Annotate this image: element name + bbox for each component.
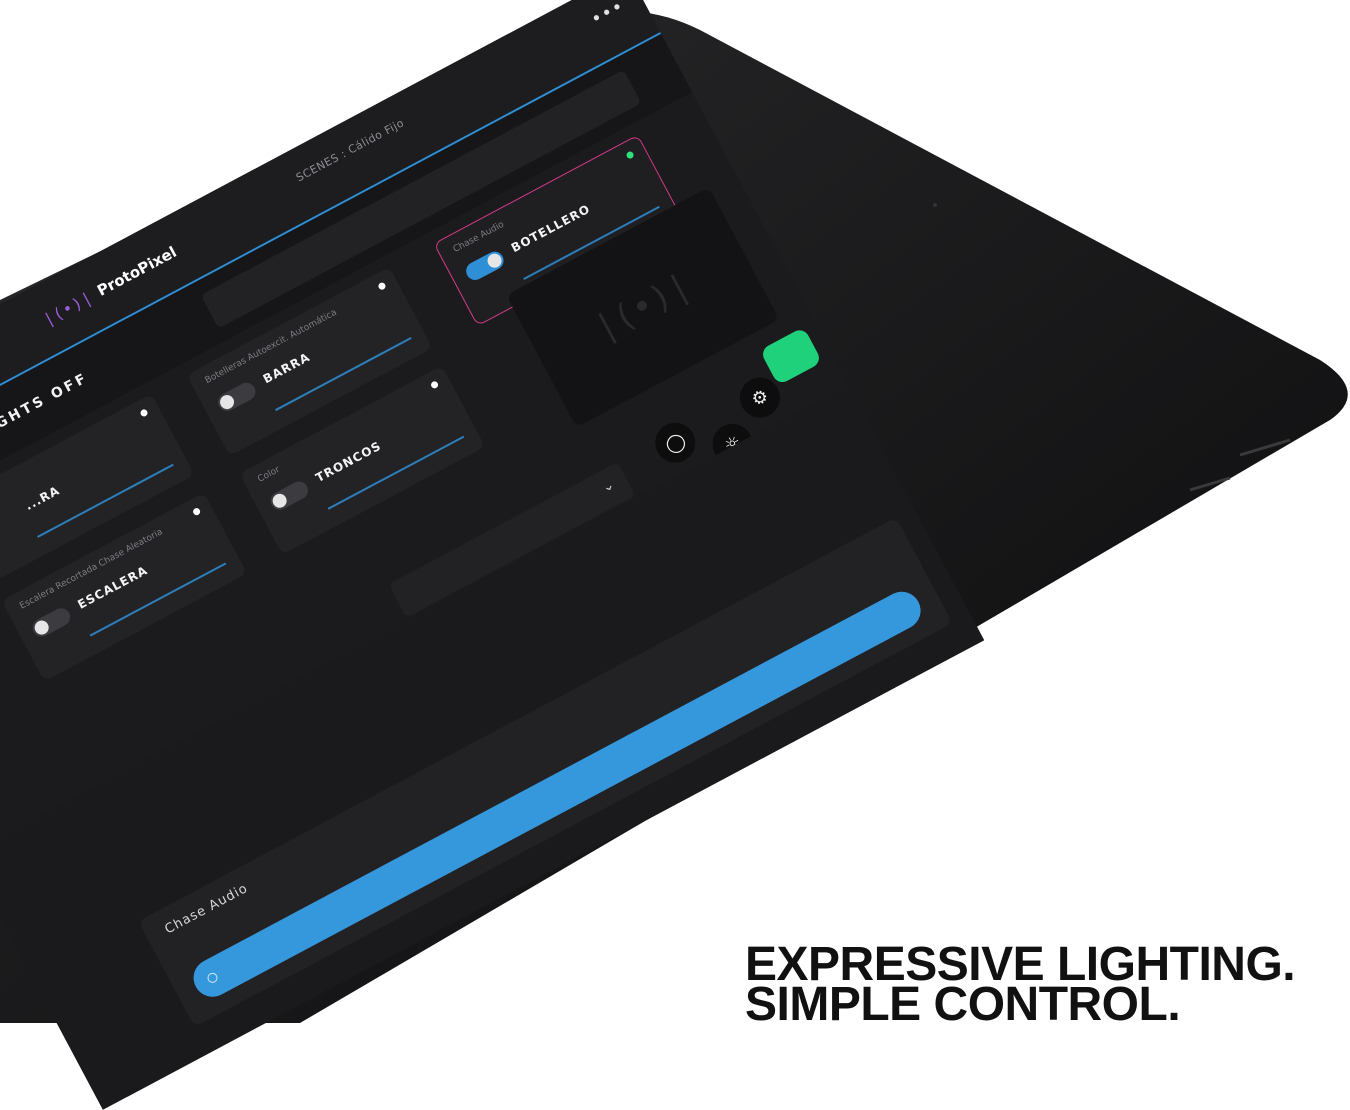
toggle-knob [270, 491, 290, 511]
marketing-tagline: EXPRESSIVE LIGHTING. SIMPLE CONTROL. [745, 945, 1345, 1023]
toggle-knob [32, 618, 52, 638]
toggle-knob [485, 251, 505, 271]
zone-name: ...RA [22, 483, 63, 514]
zone-toggle[interactable] [214, 379, 259, 415]
tablet-device: |(•)| ProtoPixel SCENES : Cálido Fijo ••… [0, 0, 1350, 1110]
more-horizontal-icon[interactable]: ••• [587, 0, 628, 31]
zone-mode: Chase Audio [451, 219, 506, 255]
status-dot [139, 408, 149, 418]
zone-toggle[interactable] [29, 605, 74, 640]
status-dot [429, 380, 440, 390]
zone-level-line [89, 562, 227, 637]
logo-text: ProtoPixel [94, 242, 180, 300]
zone-level-line [327, 435, 465, 510]
toggle-knob [217, 392, 237, 412]
status-dot [377, 281, 387, 291]
zone-mode: Color [256, 464, 282, 485]
zone-name: BARRA [260, 349, 313, 387]
status-dot [625, 150, 635, 160]
chevron-down-icon: ⌄ [599, 476, 618, 497]
zone-name: TRONCOS [313, 438, 384, 485]
status-dot [191, 506, 202, 517]
zone-toggle[interactable] [267, 478, 312, 513]
circle-icon[interactable]: ◯ [648, 415, 703, 470]
green-status-button[interactable] [759, 326, 823, 386]
zone-toggle[interactable] [463, 248, 507, 284]
audio-label: Chase Audio [162, 880, 251, 938]
logo-mark: |(•)| [39, 287, 96, 329]
